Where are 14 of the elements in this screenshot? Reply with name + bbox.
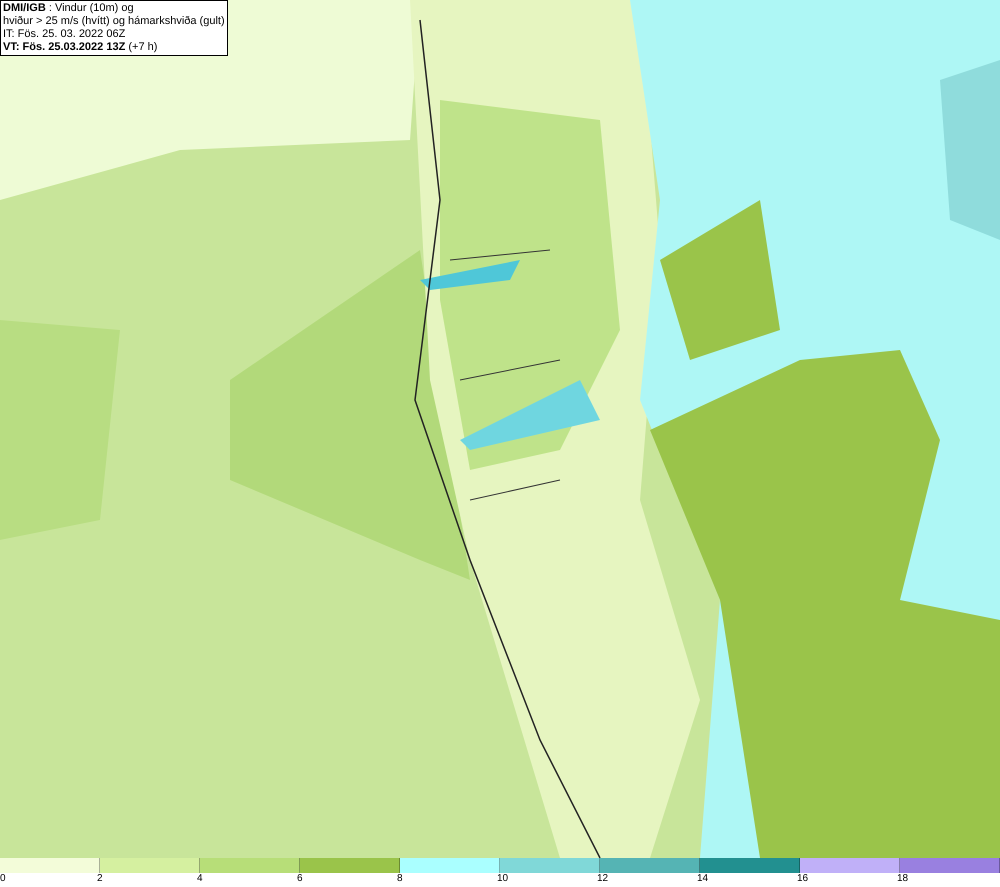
legend-label: 0 bbox=[0, 873, 6, 885]
legend-label: 2 bbox=[97, 873, 103, 885]
info-text: VT: Fös. 25.03.2022 13Z (+7 h) bbox=[3, 41, 158, 54]
legend-label: 12 bbox=[597, 873, 608, 885]
info-text: hviður > 25 m/s (hvítt) og hámarkshviða (gult) bbox=[3, 15, 225, 28]
legend-label: 14 bbox=[697, 873, 708, 885]
legend-label: 4 bbox=[197, 873, 203, 885]
legend-label: 6 bbox=[297, 873, 303, 885]
info-text: IT: Fös. 25. 03. 2022 06Z bbox=[3, 28, 126, 41]
info-text: DMI/IGB : Vindur (10m) og bbox=[3, 2, 135, 15]
legend-label: 10 bbox=[497, 873, 508, 885]
legend-label: 8 bbox=[397, 873, 403, 885]
legend-label: 16 bbox=[797, 873, 808, 885]
legend-label: 18 bbox=[897, 873, 908, 885]
